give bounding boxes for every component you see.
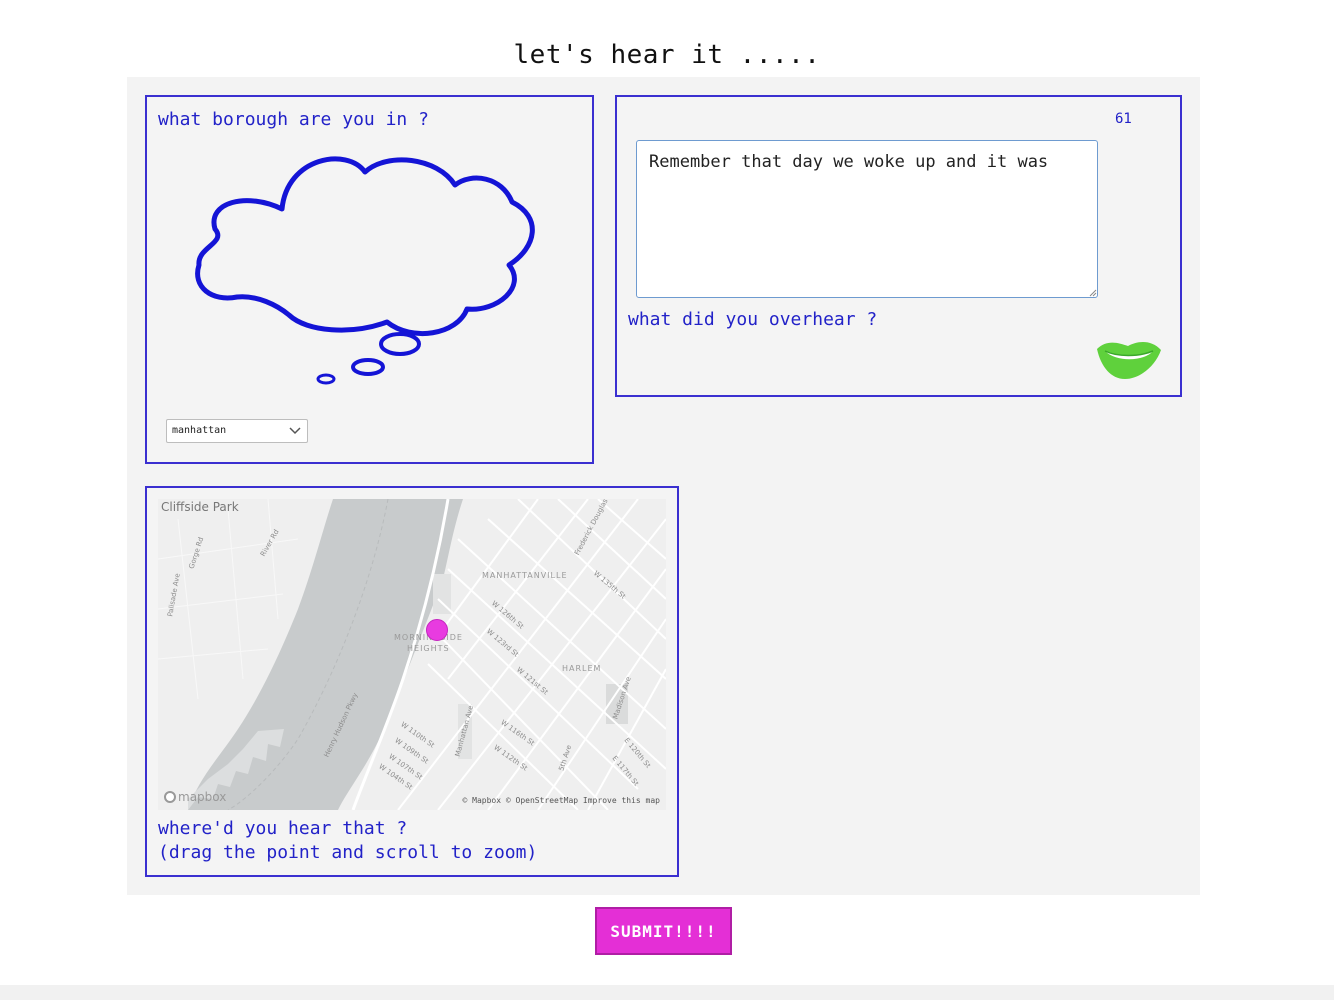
borough-question: what borough are you in ? — [158, 109, 429, 130]
resize-grip-icon[interactable] — [1087, 287, 1097, 297]
map-label-harlem: HARLEM — [562, 664, 602, 673]
mapbox-logo-text: mapbox — [178, 790, 227, 804]
mapbox-logo: mapbox — [164, 790, 226, 804]
map-tiles — [158, 499, 666, 810]
overhear-question: what did you overhear ? — [628, 309, 878, 330]
thought-cloud-icon — [195, 156, 535, 385]
overhear-panel: 61 what did you overhear ? — [615, 95, 1182, 397]
location-marker[interactable] — [426, 619, 448, 641]
map-label-manhattanville: MANHATTANVILLE — [482, 571, 568, 580]
map-question: where'd you hear that ? — [158, 818, 408, 839]
bottom-bar — [0, 985, 1334, 1000]
map[interactable]: Cliffside Park MANHATTANVILLE MORNINGSID… — [158, 499, 666, 810]
chevron-down-icon — [289, 427, 301, 435]
map-attribution[interactable]: © Mapbox © OpenStreetMap Improve this ma… — [463, 796, 660, 805]
map-label-heights: HEIGHTS — [407, 644, 450, 653]
borough-select[interactable]: manhattan — [166, 419, 308, 443]
mapbox-logo-icon — [164, 791, 176, 803]
overhear-textarea[interactable] — [636, 140, 1098, 298]
character-count: 61 — [1115, 111, 1132, 127]
map-panel: Cliffside Park MANHATTANVILLE MORNINGSID… — [145, 486, 679, 877]
page-title: let's hear it ..... — [513, 40, 821, 70]
borough-select-value: manhattan — [172, 425, 227, 436]
submit-button[interactable]: SUBMIT!!!! — [595, 907, 732, 955]
map-instruction: (drag the point and scroll to zoom) — [158, 842, 538, 863]
map-label-cliffside-park: Cliffside Park — [161, 500, 239, 514]
borough-panel: what borough are you in ? manhattan — [145, 95, 594, 464]
lips-icon — [1097, 341, 1161, 379]
